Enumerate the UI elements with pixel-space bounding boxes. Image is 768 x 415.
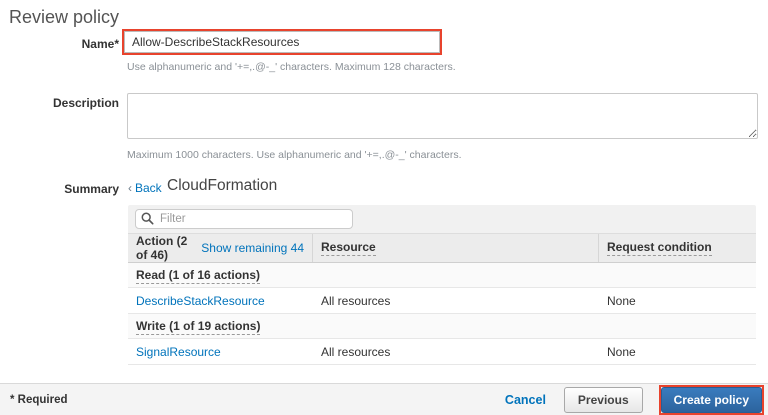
- create-policy-highlight: Create policy: [659, 385, 764, 415]
- table-row: DescribeStackResource All resources None: [128, 288, 756, 314]
- request-condition-cell: None: [599, 294, 756, 308]
- service-name: CloudFormation: [167, 177, 277, 195]
- back-link-label: Back: [135, 181, 162, 195]
- name-label: Name*: [0, 37, 119, 51]
- policy-description-textarea[interactable]: [127, 93, 758, 139]
- description-help-text: Maximum 1000 characters. Use alphanumeri…: [127, 149, 461, 161]
- action-header-label: Action (2 of 46): [136, 234, 197, 262]
- previous-button[interactable]: Previous: [564, 387, 643, 413]
- show-remaining-link[interactable]: Show remaining 44: [201, 241, 304, 255]
- action-group-write: Write (1 of 19 actions): [128, 314, 756, 339]
- column-header-resource: Resource: [313, 234, 599, 262]
- back-link[interactable]: ‹Back: [128, 181, 162, 195]
- footer-actions: Cancel Previous Create policy: [505, 385, 764, 415]
- request-condition-header-label[interactable]: Request condition: [607, 240, 712, 256]
- cancel-link[interactable]: Cancel: [505, 393, 546, 407]
- request-condition-cell: None: [599, 345, 756, 359]
- table-header-row: Action (2 of 46) Show remaining 44 Resou…: [128, 233, 756, 263]
- action-group-read: Read (1 of 16 actions): [128, 263, 756, 288]
- filter-input-wrap: [135, 209, 353, 229]
- filter-bar: [128, 205, 756, 233]
- resource-cell: All resources: [313, 294, 599, 308]
- action-cell: SignalResource: [128, 345, 313, 359]
- action-link-signalresource[interactable]: SignalResource: [136, 345, 221, 359]
- summary-label: Summary: [0, 182, 119, 196]
- column-header-action: Action (2 of 46) Show remaining 44: [128, 234, 313, 262]
- page-title: Review policy: [9, 7, 119, 28]
- name-field-highlight: [122, 29, 442, 55]
- resource-cell: All resources: [313, 345, 599, 359]
- required-note: * Required: [10, 394, 68, 406]
- name-help-text: Use alphanumeric and '+=,.@-_' character…: [127, 61, 456, 73]
- resource-header-label[interactable]: Resource: [321, 240, 376, 256]
- action-cell: DescribeStackResource: [128, 294, 313, 308]
- write-group-label[interactable]: Write (1 of 19 actions): [136, 319, 260, 335]
- table-row: SignalResource All resources None: [128, 339, 756, 365]
- policy-summary-table: Action (2 of 46) Show remaining 44 Resou…: [128, 205, 756, 365]
- chevron-left-icon: ‹: [128, 181, 132, 195]
- review-policy-page: Review policy Name* Use alphanumeric and…: [0, 0, 768, 415]
- description-label: Description: [0, 96, 119, 110]
- filter-input[interactable]: [135, 209, 353, 229]
- policy-name-input[interactable]: [124, 31, 440, 53]
- action-link-describestackresource[interactable]: DescribeStackResource: [136, 294, 265, 308]
- read-group-label[interactable]: Read (1 of 16 actions): [136, 268, 260, 284]
- column-header-request-condition: Request condition: [599, 234, 756, 262]
- footer-bar: * Required Cancel Previous Create policy: [0, 383, 768, 415]
- create-policy-button[interactable]: Create policy: [661, 387, 762, 413]
